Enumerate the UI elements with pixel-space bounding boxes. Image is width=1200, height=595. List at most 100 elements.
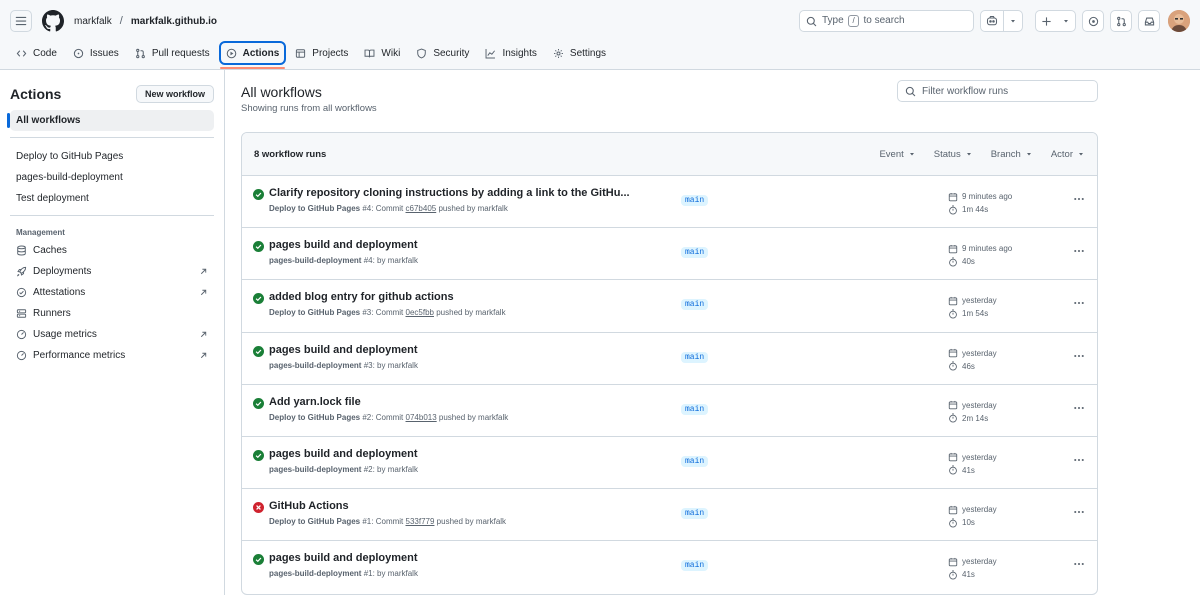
filter-branch-dropdown[interactable]: Branch xyxy=(991,149,1033,160)
run-title-link[interactable]: Clarify repository cloning instructions … xyxy=(269,187,669,199)
copilot-main[interactable] xyxy=(981,11,1003,31)
sidebar-item-runners[interactable]: Runners xyxy=(10,303,214,324)
workflow-run-row[interactable]: Add yarn.lock file Deploy to GitHub Pages… xyxy=(242,385,1097,437)
kebab-horizontal-icon[interactable] xyxy=(1073,245,1085,257)
run-workflow-name: pages-build-deployment xyxy=(269,256,362,266)
user-avatar[interactable] xyxy=(1168,10,1190,32)
run-trigger: pushed by markfalk xyxy=(436,308,506,318)
run-number: #1 xyxy=(363,569,373,579)
copilot-dropdown[interactable] xyxy=(1004,11,1022,31)
sidebar-item-usage-metrics[interactable]: Usage metrics xyxy=(10,324,214,345)
stopwatch-icon xyxy=(949,361,957,371)
kebab-horizontal-icon[interactable] xyxy=(1073,454,1085,466)
branch-label[interactable]: main xyxy=(681,351,709,363)
run-title-link[interactable]: pages build and deployment xyxy=(269,239,669,251)
workflow-run-row[interactable]: GitHub Actions Deploy to GitHub Pages #1:… xyxy=(242,489,1097,542)
tab-security[interactable]: Security xyxy=(410,42,475,64)
kebab-horizontal-icon[interactable] xyxy=(1073,297,1085,309)
run-timing: 9 minutes ago 40s xyxy=(948,242,1012,268)
run-timing: yesterday 2m 14s xyxy=(948,399,997,425)
branch-label[interactable]: main xyxy=(681,195,709,206)
run-title-link[interactable]: added blog entry for github actions xyxy=(269,291,669,303)
workflow-run-row[interactable]: pages build and deployment pages-build-de… xyxy=(242,541,1097,593)
workflow-run-row[interactable]: Clarify repository cloning instructions … xyxy=(242,176,1097,229)
new-workflow-button[interactable]: New workflow xyxy=(135,85,214,103)
branch-label[interactable]: main xyxy=(681,508,709,520)
server-icon xyxy=(16,309,27,318)
menu-button[interactable] xyxy=(10,10,32,32)
workflow-run-row[interactable]: added blog entry for github actions Deplo… xyxy=(242,280,1097,333)
tab-issues[interactable]: Issues xyxy=(67,42,125,64)
kebab-horizontal-icon[interactable] xyxy=(1073,402,1085,414)
hamburger-icon xyxy=(15,16,27,26)
tab-wiki[interactable]: Wiki xyxy=(358,42,406,64)
branch-label[interactable]: main xyxy=(681,455,709,467)
commit-sha-link[interactable]: c67b405 xyxy=(406,204,437,213)
tab-projects[interactable]: Projects xyxy=(289,42,354,64)
kebab-horizontal-icon[interactable] xyxy=(1073,558,1085,570)
filter-actor-dropdown[interactable]: Actor xyxy=(1051,149,1085,160)
run-when: yesterday xyxy=(962,296,997,306)
run-time: yesterday xyxy=(948,347,997,360)
commit-sha-link[interactable]: 0ec5fbb xyxy=(406,308,434,317)
filter-event-dropdown[interactable]: Event xyxy=(879,149,915,160)
run-title-link[interactable]: pages build and deployment xyxy=(269,448,669,460)
workflow-list: Deploy to GitHub Pages pages-build-deploy… xyxy=(10,146,214,209)
tab-label: Wiki xyxy=(381,47,401,59)
tab-settings[interactable]: Settings xyxy=(547,42,612,64)
tab-code[interactable]: Code xyxy=(10,42,63,64)
create-new-button[interactable] xyxy=(1035,10,1076,32)
run-number: #4 xyxy=(362,204,372,213)
run-title-link[interactable]: pages build and deployment xyxy=(269,552,669,564)
github-logo-icon[interactable] xyxy=(42,10,64,32)
repo-link[interactable]: markfalk.github.io xyxy=(131,16,217,27)
sidebar-item-all-workflows[interactable]: All workflows xyxy=(7,110,214,131)
branch-label[interactable]: main xyxy=(681,403,709,415)
kebab-horizontal-icon[interactable] xyxy=(1073,506,1085,518)
commit-sha-link[interactable]: 533f779 xyxy=(406,517,435,526)
owner-link[interactable]: markfalk xyxy=(74,16,112,27)
run-text: GitHub Actions Deploy to GitHub Pages #1:… xyxy=(269,500,669,526)
pull-requests-button[interactable] xyxy=(1110,10,1132,32)
run-filters: Event Status Branch Actor xyxy=(879,149,1085,160)
run-title-link[interactable]: Add yarn.lock file xyxy=(269,396,669,408)
branch-label[interactable]: main xyxy=(681,299,709,311)
run-title-link[interactable]: GitHub Actions xyxy=(269,500,669,512)
branch-label[interactable]: main xyxy=(681,560,709,572)
sidebar-item-caches[interactable]: Caches xyxy=(10,240,214,261)
tab-pull-requests[interactable]: Pull requests xyxy=(129,42,216,64)
workflow-run-row[interactable]: pages build and deployment pages-build-de… xyxy=(242,437,1097,490)
plus-icon xyxy=(1042,16,1051,26)
global-search-input[interactable]: Type / to search xyxy=(799,10,974,32)
tab-insights[interactable]: Insights xyxy=(479,42,542,64)
tab-actions[interactable]: Actions xyxy=(218,41,287,69)
issues-button[interactable] xyxy=(1082,10,1104,32)
create-new-dropdown[interactable] xyxy=(1057,11,1075,31)
divider xyxy=(10,215,214,216)
create-new-main[interactable] xyxy=(1036,11,1057,31)
inbox-button[interactable] xyxy=(1138,10,1160,32)
run-duration-row: 1m 44s xyxy=(948,203,1012,216)
triangle-down-icon xyxy=(909,153,914,156)
kebab-horizontal-icon[interactable] xyxy=(1073,193,1085,205)
workflow-run-row[interactable]: pages build and deployment pages-build-de… xyxy=(242,333,1097,385)
commit-sha-link[interactable]: 074b013 xyxy=(406,413,437,422)
branch-label[interactable]: main xyxy=(681,247,709,259)
issue-icon xyxy=(1088,16,1098,26)
sidebar-item-workflow[interactable]: Test deployment xyxy=(10,188,214,209)
run-title-link[interactable]: pages build and deployment xyxy=(269,344,669,356)
workflow-run-row[interactable]: pages build and deployment pages-build-de… xyxy=(242,228,1097,281)
sidebar-item-workflow[interactable]: pages-build-deployment xyxy=(10,167,214,188)
filter-status-dropdown[interactable]: Status xyxy=(934,149,973,160)
run-trigger: by markfalk xyxy=(377,464,418,474)
copilot-button[interactable] xyxy=(980,10,1023,32)
sidebar-item-deployments[interactable]: Deployments xyxy=(10,261,214,282)
triangle-down-icon xyxy=(1011,20,1015,23)
sidebar-item-attestations[interactable]: Attestations xyxy=(10,282,214,303)
sidebar-item-workflow[interactable]: Deploy to GitHub Pages xyxy=(10,146,214,167)
run-duration: 41s xyxy=(962,570,975,580)
global-bar: markfalk / markfalk.github.io Type / to … xyxy=(0,0,1200,42)
filter-runs-input[interactable]: Filter workflow runs xyxy=(897,80,1098,102)
sidebar-item-performance-metrics[interactable]: Performance metrics xyxy=(10,345,214,366)
kebab-horizontal-icon[interactable] xyxy=(1073,350,1085,362)
